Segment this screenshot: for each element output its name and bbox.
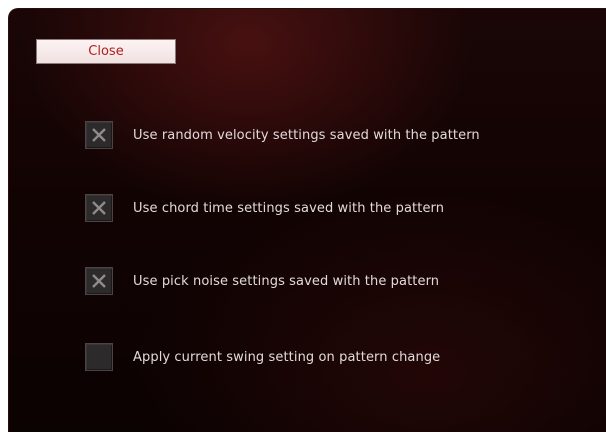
pattern-settings-panel: Close Use random velocity settings saved…	[8, 8, 606, 432]
apply-swing-label: Apply current swing setting on pattern c…	[133, 349, 441, 365]
option-apply-swing[interactable]: Apply current swing setting on pattern c…	[85, 342, 440, 372]
chord-time-label: Use chord time settings saved with the p…	[133, 200, 445, 216]
check-x-icon	[92, 274, 106, 288]
check-x-icon	[92, 201, 106, 215]
chord-time-checkbox[interactable]	[85, 194, 113, 222]
random-velocity-checkbox[interactable]	[85, 121, 113, 149]
option-chord-time[interactable]: Use chord time settings saved with the p…	[85, 193, 444, 223]
random-velocity-label: Use random velocity settings saved with …	[133, 127, 480, 143]
apply-swing-checkbox[interactable]	[85, 343, 113, 371]
check-x-icon	[92, 128, 106, 142]
option-random-velocity[interactable]: Use random velocity settings saved with …	[85, 120, 480, 150]
pick-noise-checkbox[interactable]	[85, 267, 113, 295]
close-button[interactable]: Close	[36, 39, 176, 64]
pick-noise-label: Use pick noise settings saved with the p…	[133, 273, 440, 289]
option-pick-noise[interactable]: Use pick noise settings saved with the p…	[85, 266, 439, 296]
